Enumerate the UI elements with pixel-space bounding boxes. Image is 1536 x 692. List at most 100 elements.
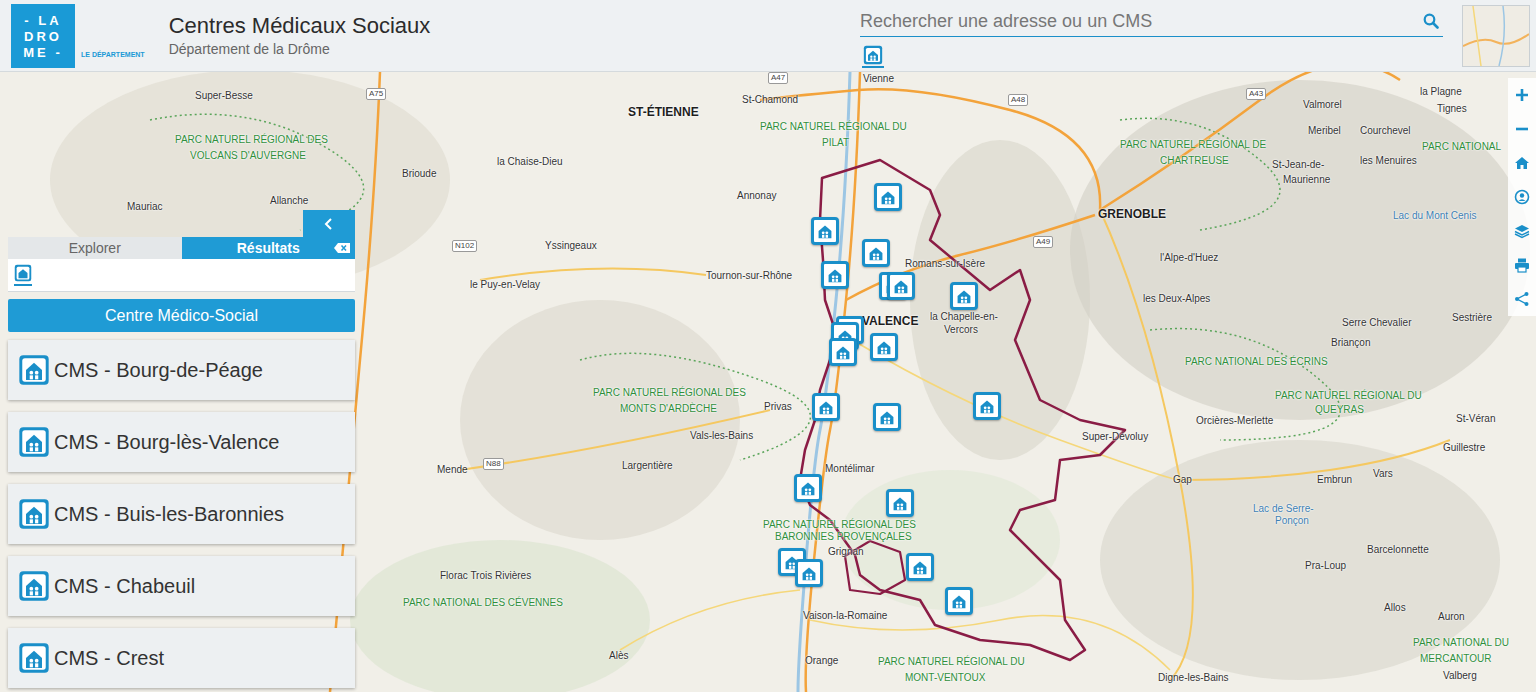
map-label: PARC NATUREL RÉGIONAL DU (760, 121, 907, 133)
locate-icon (1514, 189, 1530, 205)
cms-marker[interactable] (862, 239, 890, 267)
layer-filter-chip[interactable] (862, 44, 884, 68)
map-label: PARC NATUREL RÉGIONAL DU (1275, 390, 1422, 402)
map-label: St-Jean-de- (1272, 159, 1324, 171)
map-label: PARC NATUREL RÉGIONAL DES (763, 519, 916, 531)
cms-marker[interactable] (945, 587, 973, 615)
home-button[interactable] (1508, 146, 1536, 180)
cms-marker[interactable] (873, 403, 901, 431)
cms-marker[interactable] (870, 333, 898, 361)
cms-icon (976, 395, 998, 417)
collapse-button[interactable] (303, 210, 355, 237)
map[interactable]: Super-BessePARC NATUREL RÉGIONAL DESVOLC… (0, 72, 1536, 692)
result-item[interactable]: CMS - Crest (8, 628, 355, 688)
tab-bar: Explorer Résultats (8, 237, 355, 259)
road-shield: N102 (452, 240, 477, 252)
result-item[interactable]: CMS - Buis-les-Baronnies (8, 484, 355, 544)
result-label: CMS - Chabeuil (54, 575, 195, 598)
locate-button[interactable] (1508, 180, 1536, 214)
zoom-out-button[interactable] (1508, 112, 1536, 146)
cms-marker[interactable] (794, 474, 822, 502)
cms-marker[interactable] (887, 272, 915, 300)
map-label: Ponçon (1275, 515, 1309, 527)
road-shield: N88 (483, 458, 504, 470)
cms-icon (18, 642, 50, 674)
printer-icon (1514, 257, 1530, 273)
map-label: Maurienne (1283, 174, 1330, 186)
tab[interactable]: Résultats (182, 237, 356, 259)
cms-marker[interactable] (874, 183, 902, 211)
result-item[interactable]: CMS - Chabeuil (8, 556, 355, 616)
map-label: Privas (764, 401, 792, 413)
result-label: CMS - Crest (54, 647, 164, 670)
map-label: Serre Chevalier (1342, 317, 1411, 329)
cms-icon (18, 354, 50, 386)
app-subtitle: Département de la Drôme (169, 41, 431, 57)
zoom-in-button[interactable] (1508, 78, 1536, 112)
tab-label: Résultats (237, 240, 300, 256)
cms-marker[interactable] (950, 282, 978, 310)
map-label: St-Véran (1456, 413, 1495, 425)
app: - LADROME - LE DÉPARTEMENT Centres Médic… (0, 0, 1536, 692)
side-panel: Explorer Résultats Centre Médico-Social … (8, 210, 355, 688)
cms-marker[interactable] (829, 338, 857, 366)
cms-icon (815, 396, 837, 418)
map-label: le Puy-en-Velay (470, 279, 540, 291)
map-label: Meribel (1308, 125, 1341, 137)
cms-marker[interactable] (795, 559, 823, 587)
result-label: CMS - Bourg-lès-Valence (54, 431, 279, 454)
map-label: Gap (1173, 474, 1192, 486)
cms-icon (18, 498, 50, 530)
map-label: Vaison-la-Romaine (803, 610, 887, 622)
layers-button[interactable] (1508, 214, 1536, 248)
cms-icon (18, 570, 50, 602)
map-label: Allos (1384, 602, 1406, 614)
map-label: Florac Trois Rivières (440, 570, 531, 582)
logo-line: DRO (24, 29, 62, 44)
road-shield: A48 (1008, 94, 1028, 106)
map-label: PARC NATIONAL DES ÉCRINS (1185, 356, 1328, 368)
map-label: MERCANTOUR (1420, 653, 1491, 665)
cms-icon (18, 426, 50, 458)
cms-marker[interactable] (906, 553, 934, 581)
cms-marker[interactable] (812, 393, 840, 421)
map-label: Vals-les-Bains (690, 430, 753, 442)
logo[interactable]: - LADROME - (11, 4, 75, 68)
map-label: Vercors (944, 324, 978, 336)
result-item[interactable]: CMS - Bourg-de-Péage (8, 340, 355, 400)
cms-icon (877, 186, 899, 208)
cms-icon (953, 285, 975, 307)
search-button[interactable] (1419, 13, 1443, 29)
cms-icon (890, 275, 912, 297)
road-shield: A49 (1033, 236, 1053, 248)
road-shield: A43 (1246, 88, 1266, 100)
result-item[interactable]: CMS - Bourg-lès-Valence (8, 412, 355, 472)
map-label: MONTS D'ARDÈCHE (620, 403, 717, 415)
cms-marker[interactable] (821, 261, 849, 289)
cms-marker[interactable] (886, 489, 914, 517)
share-button[interactable] (1508, 282, 1536, 316)
cms-marker[interactable] (973, 392, 1001, 420)
map-label: Digne-les-Bains (1158, 672, 1229, 684)
map-label: Courchevel (1360, 125, 1411, 137)
map-label: l'Alpe-d'Huez (1160, 252, 1218, 264)
map-label: Mauriac (127, 201, 163, 213)
map-label: Orange (805, 655, 838, 667)
group-header[interactable]: Centre Médico-Social (8, 299, 355, 332)
map-label: GRENOBLE (1098, 207, 1166, 221)
map-label: MONT-VENTOUX (905, 672, 985, 684)
clear-results-icon[interactable] (333, 242, 351, 254)
tab[interactable]: Explorer (8, 237, 182, 259)
share-icon (1514, 291, 1530, 307)
collapse-row (8, 210, 355, 237)
filter-chip[interactable] (14, 264, 32, 286)
search-input[interactable] (860, 11, 1419, 32)
cms-marker[interactable] (811, 217, 839, 245)
map-label: Barcelonnette (1367, 544, 1429, 556)
minimap-icon (1463, 6, 1529, 66)
map-label: ST-ÉTIENNE (628, 105, 699, 119)
cms-icon (832, 341, 854, 363)
basemap-thumbnail[interactable] (1462, 5, 1530, 67)
map-label: Romans-sur-Isère (905, 258, 985, 270)
print-button[interactable] (1508, 248, 1536, 282)
